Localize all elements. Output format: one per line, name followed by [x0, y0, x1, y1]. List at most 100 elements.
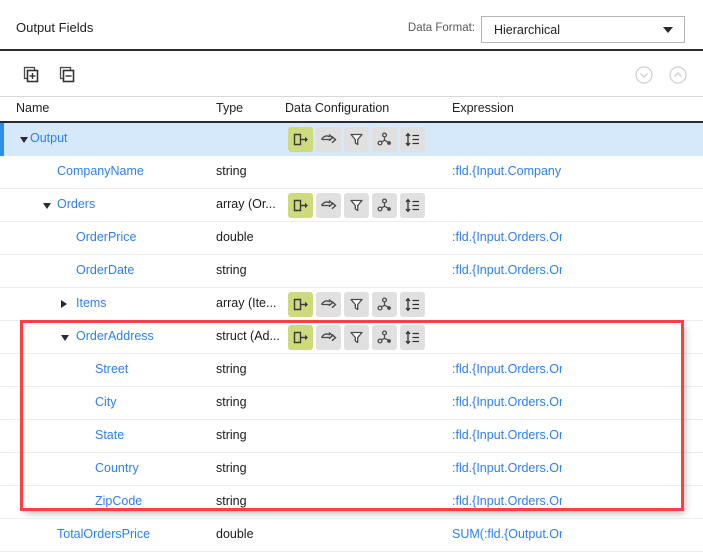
table-row[interactable]: Orders array (Or...: [0, 189, 703, 222]
field-expression-cell[interactable]: :fld.{Input.Orders.Order: [452, 395, 562, 409]
field-expression-cell[interactable]: SUM(:fld.{Output.Order: [452, 527, 562, 541]
expanded-twisty-icon[interactable]: [43, 203, 51, 209]
field-name-cell[interactable]: City: [95, 395, 117, 409]
data-configuration-cell: [288, 292, 425, 317]
field-name-cell[interactable]: OrderPrice: [76, 230, 136, 244]
table-row[interactable]: City string :fld.{Input.Orders.Order: [0, 387, 703, 420]
field-expression-cell[interactable]: :fld.{Input.Orders.Order: [452, 428, 562, 442]
pass-through-arrow-icon[interactable]: [316, 325, 341, 350]
filter-funnel-icon[interactable]: [344, 292, 369, 317]
field-type-cell[interactable]: string: [216, 164, 247, 178]
table-row[interactable]: Items array (Ite...: [0, 288, 703, 321]
add-field-button[interactable]: [18, 62, 44, 88]
sort-order-icon[interactable]: [400, 127, 425, 152]
field-type-cell[interactable]: string: [216, 428, 247, 442]
sort-order-icon[interactable]: [400, 193, 425, 218]
data-configuration-cell: [288, 325, 425, 350]
field-type-cell[interactable]: double: [216, 230, 254, 244]
field-type-cell[interactable]: struct (Ad...: [216, 329, 280, 343]
output-fields-table: Output CompanyName string :fld.{Input.Compa…: [0, 123, 703, 552]
toolbar-left-group: [18, 62, 80, 88]
output-arrow-icon[interactable]: [288, 325, 313, 350]
group-by-icon[interactable]: [372, 127, 397, 152]
table-row[interactable]: OrderPrice double :fld.{Input.Orders.Order: [0, 222, 703, 255]
output-fields-panel: Output Fields Data Format: Hierarchical: [0, 0, 703, 558]
table-column-headers: Name Type Data Configuration Expression: [0, 97, 703, 123]
circle-chevron-down-icon: [634, 65, 654, 85]
field-type-cell[interactable]: string: [216, 395, 247, 409]
table-row[interactable]: Country string :fld.{Input.Orders.Order: [0, 453, 703, 486]
fields-toolbar: [0, 53, 703, 97]
field-expression-cell[interactable]: :fld.{Input.Orders.Order: [452, 230, 562, 244]
filter-funnel-icon[interactable]: [344, 127, 369, 152]
field-type-cell[interactable]: array (Or...: [216, 197, 276, 211]
table-row[interactable]: OrderAddress struct (Ad...: [0, 321, 703, 354]
collapsed-twisty-icon[interactable]: [61, 300, 67, 308]
output-arrow-icon[interactable]: [288, 292, 313, 317]
field-expression-cell[interactable]: :fld.{Input.Orders.Order: [452, 263, 562, 277]
group-by-icon[interactable]: [372, 193, 397, 218]
expand-all-button[interactable]: [631, 62, 657, 88]
field-name-cell[interactable]: State: [95, 428, 124, 442]
table-row[interactable]: CompanyName string :fld.{Input.CompanyNam: [0, 156, 703, 189]
field-name-cell[interactable]: Orders: [57, 197, 95, 211]
expanded-twisty-icon[interactable]: [20, 137, 28, 143]
field-type-cell[interactable]: array (Ite...: [216, 296, 276, 310]
table-row[interactable]: ZipCode string :fld.{Input.Orders.Order: [0, 486, 703, 519]
table-row[interactable]: TotalOrdersPrice double SUM(:fld.{Output.O…: [0, 519, 703, 552]
data-format-label: Data Format:: [407, 22, 475, 34]
expanded-twisty-icon[interactable]: [61, 335, 69, 341]
table-row[interactable]: Street string :fld.{Input.Orders.Order: [0, 354, 703, 387]
field-name-cell[interactable]: Items: [76, 296, 107, 310]
filter-funnel-icon[interactable]: [344, 325, 369, 350]
field-expression-cell[interactable]: :fld.{Input.Orders.Order: [452, 461, 562, 475]
table-row[interactable]: OrderDate string :fld.{Input.Orders.Order: [0, 255, 703, 288]
data-configuration-cell: [288, 193, 425, 218]
chevron-down-icon: [663, 26, 673, 33]
group-by-icon[interactable]: [372, 292, 397, 317]
field-type-cell[interactable]: string: [216, 263, 247, 277]
copy-plus-icon: [21, 65, 41, 85]
field-expression-cell[interactable]: :fld.{Input.Orders.Order: [452, 494, 562, 508]
field-name-cell[interactable]: Country: [95, 461, 139, 475]
column-header-expression[interactable]: Expression: [452, 101, 514, 115]
output-arrow-icon[interactable]: [288, 127, 313, 152]
field-type-cell[interactable]: string: [216, 461, 247, 475]
data-configuration-cell: [288, 127, 425, 152]
circle-chevron-up-icon: [668, 65, 688, 85]
pass-through-arrow-icon[interactable]: [316, 292, 341, 317]
field-name-cell[interactable]: Street: [95, 362, 128, 376]
page-title: Output Fields: [16, 20, 94, 35]
table-row[interactable]: Output: [0, 123, 703, 156]
data-format-select[interactable]: Hierarchical: [481, 16, 685, 43]
remove-field-button[interactable]: [54, 62, 80, 88]
panel-header: Output Fields Data Format: Hierarchical: [0, 0, 703, 51]
field-name-cell[interactable]: CompanyName: [57, 164, 144, 178]
field-type-cell[interactable]: double: [216, 527, 254, 541]
column-header-data-configuration[interactable]: Data Configuration: [285, 101, 389, 115]
toolbar-right-group: [631, 62, 691, 88]
row-selection-indicator: [0, 123, 4, 156]
pass-through-arrow-icon[interactable]: [316, 127, 341, 152]
group-by-icon[interactable]: [372, 325, 397, 350]
sort-order-icon[interactable]: [400, 292, 425, 317]
field-name-cell[interactable]: ZipCode: [95, 494, 142, 508]
table-row[interactable]: State string :fld.{Input.Orders.Order: [0, 420, 703, 453]
field-type-cell[interactable]: string: [216, 494, 247, 508]
field-name-cell[interactable]: TotalOrdersPrice: [57, 527, 150, 541]
output-arrow-icon[interactable]: [288, 193, 313, 218]
field-name-cell[interactable]: Output: [30, 131, 68, 145]
filter-funnel-icon[interactable]: [344, 193, 369, 218]
field-expression-cell[interactable]: :fld.{Input.Orders.Order: [452, 362, 562, 376]
column-header-type[interactable]: Type: [216, 101, 243, 115]
sort-order-icon[interactable]: [400, 325, 425, 350]
collapse-all-button[interactable]: [665, 62, 691, 88]
field-type-cell[interactable]: string: [216, 362, 247, 376]
copy-minus-icon: [57, 65, 77, 85]
field-name-cell[interactable]: OrderDate: [76, 263, 134, 277]
column-header-name[interactable]: Name: [16, 101, 49, 115]
data-format-value: Hierarchical: [494, 22, 560, 37]
field-name-cell[interactable]: OrderAddress: [76, 329, 154, 343]
field-expression-cell[interactable]: :fld.{Input.CompanyNam: [452, 164, 562, 178]
pass-through-arrow-icon[interactable]: [316, 193, 341, 218]
